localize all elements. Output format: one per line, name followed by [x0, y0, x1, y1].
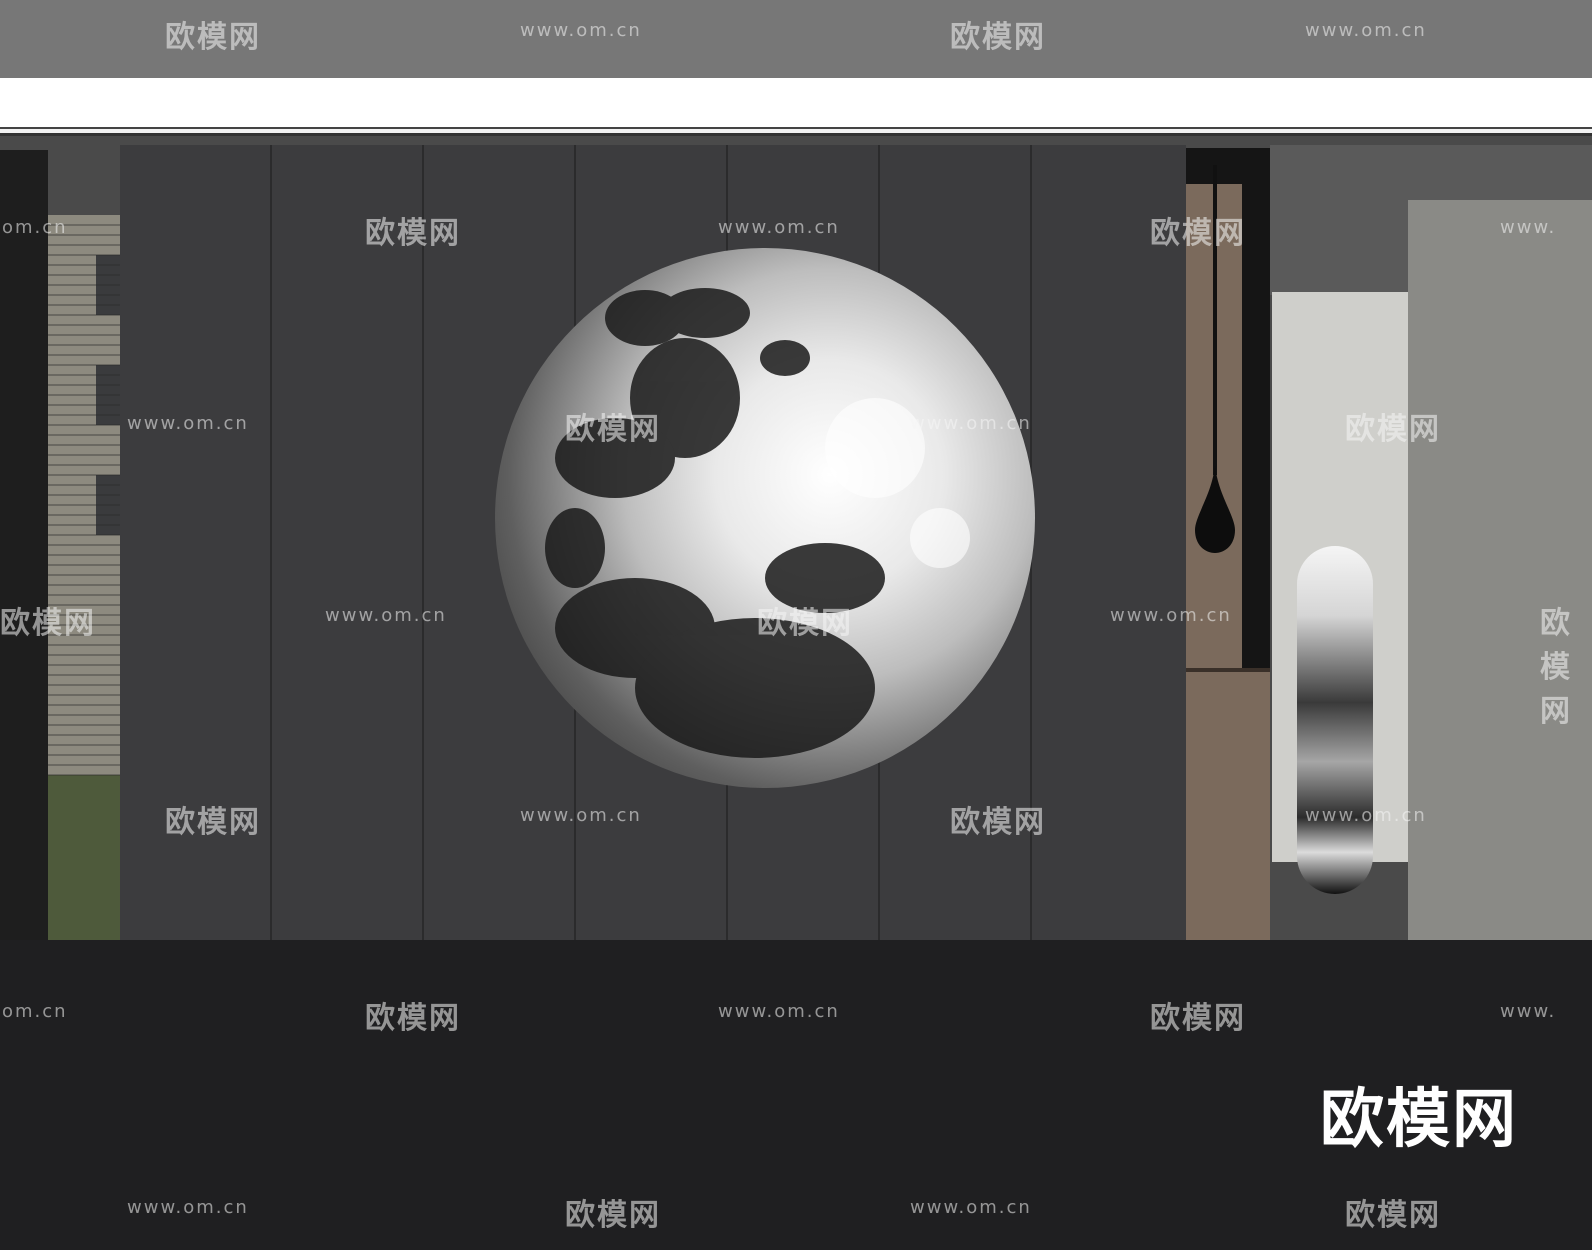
- wall-panel: [120, 145, 272, 985]
- brand-logo: 欧模网: [1320, 1083, 1518, 1157]
- watermark-logo: 欧模网: [1540, 606, 1572, 729]
- watermark-url: www.om.cn: [718, 217, 840, 238]
- watermark-url: www.om.cn: [1110, 605, 1232, 626]
- watermark-logo: 欧模网: [365, 1001, 461, 1036]
- watermark-logo: 欧模网: [0, 606, 96, 641]
- watermark-url: www.om.cn: [520, 805, 642, 826]
- watermark-logo: 欧模网: [565, 412, 661, 447]
- wood-column-divider: [1186, 668, 1270, 672]
- watermark-logo: 欧模网: [1345, 1198, 1441, 1233]
- wood-column-top: [1186, 148, 1270, 184]
- ceiling-light-strip: [0, 78, 1592, 128]
- moon-craters-icon: [545, 288, 970, 758]
- left-window-frame: [0, 150, 48, 970]
- watermark-logo: 欧模网: [950, 805, 1046, 840]
- watermark-url: www.om.cn: [718, 1001, 840, 1022]
- watermark-logo: 欧模网: [1345, 412, 1441, 447]
- watermark-logo: 欧模网: [1150, 216, 1246, 251]
- watermark-logo: 欧模网: [165, 20, 261, 55]
- watermark-url-partial: www.: [1500, 1001, 1557, 1022]
- watermark-url: www.om.cn: [1305, 20, 1427, 41]
- capsule-floor-lamp: [1297, 546, 1373, 894]
- wall-panel: [272, 145, 424, 985]
- watermark-url-partial: om.cn: [2, 217, 68, 238]
- window-view-icon: [48, 215, 120, 940]
- watermark-url: www.om.cn: [1305, 805, 1427, 826]
- watermark-url: www.om.cn: [910, 413, 1032, 434]
- watermark-url-partial: om.cn: [2, 1001, 68, 1022]
- pendant-lamp-icon: [1195, 460, 1235, 553]
- moon-artwork: [495, 248, 1035, 788]
- watermark-url-partial: www.: [1500, 217, 1557, 238]
- watermark-logo: 欧模网: [565, 1198, 661, 1233]
- wood-column-niche: [1242, 148, 1270, 670]
- left-window-blinds: [48, 215, 120, 940]
- watermark-logo: 欧模网: [165, 805, 261, 840]
- watermark-logo: 欧模网: [950, 20, 1046, 55]
- right-side-wall: [1408, 200, 1592, 940]
- watermark-url: www.om.cn: [910, 1197, 1032, 1218]
- watermark-url: www.om.cn: [127, 413, 249, 434]
- wall-panel: [1032, 145, 1186, 985]
- watermark-logo: 欧模网: [365, 216, 461, 251]
- watermark-logo: 欧模网: [1150, 1001, 1246, 1036]
- watermark-url: www.om.cn: [325, 605, 447, 626]
- watermark-url: www.om.cn: [127, 1197, 249, 1218]
- watermark-url: www.om.cn: [520, 20, 642, 41]
- watermark-logo: 欧模网: [757, 606, 853, 641]
